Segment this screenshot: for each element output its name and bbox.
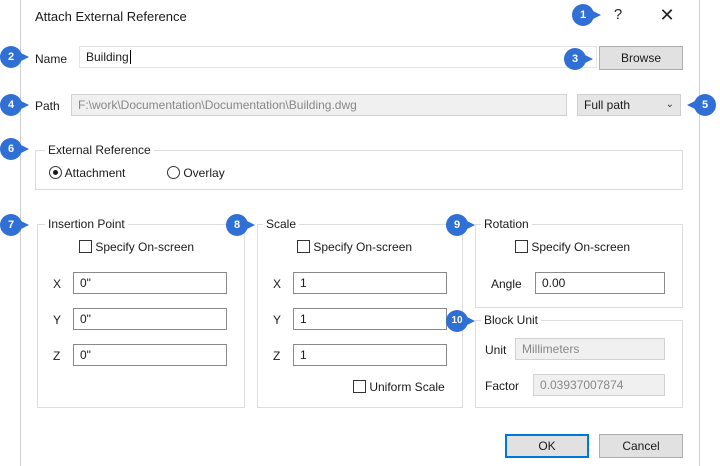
callout-1: 1 (572, 4, 601, 26)
scale-x-label: X (273, 277, 282, 291)
uniform-scale-label: Uniform Scale (369, 380, 445, 394)
scale-y-label: Y (273, 313, 282, 327)
ok-button[interactable]: OK (505, 434, 589, 458)
scale-specify-label: Specify On-screen (313, 240, 413, 254)
insertion-x-label: X (53, 277, 62, 291)
checkbox-icon (297, 240, 310, 253)
uniform-scale-checkbox[interactable]: Uniform Scale (353, 380, 445, 394)
callout-9: 9 (446, 214, 475, 236)
block-unit-title: Block Unit (481, 313, 542, 327)
insertion-specify-checkbox[interactable]: Specify On-screen (79, 240, 194, 254)
rotation-group (475, 224, 683, 308)
path-type-select[interactable]: Full path ⌄ (577, 94, 681, 116)
name-value: Building (86, 50, 129, 64)
insertion-y-input[interactable]: 0" (73, 308, 227, 330)
callout-6: 6 (0, 138, 29, 160)
scale-z-input[interactable]: 1 (293, 344, 447, 366)
checkbox-icon (79, 240, 92, 253)
callout-7: 7 (0, 214, 29, 236)
path-field: F:\work\Documentation\Documentation\Buil… (71, 94, 567, 116)
external-reference-title: External Reference (45, 143, 154, 157)
radio-selected-icon (49, 166, 62, 179)
name-label: Name (35, 52, 68, 66)
browse-button[interactable]: Browse (599, 46, 683, 70)
scale-title: Scale (263, 217, 300, 231)
attachment-radio[interactable]: Attachment (49, 166, 125, 180)
angle-label: Angle (491, 277, 522, 291)
insertion-specify-label: Specify On-screen (95, 240, 195, 254)
callout-10: 10 (446, 310, 475, 332)
insertion-point-title: Insertion Point (45, 217, 128, 231)
path-type-value: Full path (584, 98, 631, 112)
scale-y-input[interactable]: 1 (293, 308, 447, 330)
name-input[interactable]: Building (79, 46, 597, 68)
chevron-down-icon: ⌄ (665, 99, 674, 110)
rotation-specify-checkbox[interactable]: Specify On-screen (515, 240, 630, 254)
callout-4: 4 (0, 94, 29, 116)
angle-input[interactable]: 0.00 (535, 272, 665, 294)
overlay-label: Overlay (183, 166, 225, 180)
attachment-label: Attachment (64, 166, 126, 180)
callout-5: 5 (687, 94, 716, 116)
callout-2: 2 (0, 46, 29, 68)
help-icon[interactable]: ? (607, 4, 629, 26)
overlay-radio[interactable]: Overlay (167, 166, 225, 180)
attach-xref-dialog: Attach External Reference ? ✕ Name Build… (20, 0, 700, 466)
insertion-y-label: Y (53, 313, 62, 327)
checkbox-icon (353, 380, 366, 393)
unit-label: Unit (485, 343, 507, 357)
callout-8: 8 (226, 214, 255, 236)
dialog-title: Attach External Reference (35, 9, 187, 24)
insertion-z-input[interactable]: 0" (73, 344, 227, 366)
unit-field: Millimeters (515, 338, 665, 360)
callout-3: 3 (564, 48, 593, 70)
rotation-specify-label: Specify On-screen (531, 240, 631, 254)
radio-unselected-icon (167, 166, 180, 179)
scale-x-input[interactable]: 1 (293, 272, 447, 294)
insertion-z-label: Z (53, 349, 61, 363)
close-icon[interactable]: ✕ (655, 4, 679, 26)
insertion-x-input[interactable]: 0" (73, 272, 227, 294)
scale-z-label: Z (273, 349, 281, 363)
factor-label: Factor (485, 379, 520, 393)
path-label: Path (35, 99, 60, 113)
rotation-title: Rotation (481, 217, 532, 231)
scale-specify-checkbox[interactable]: Specify On-screen (297, 240, 412, 254)
factor-field: 0.03937007874 (533, 374, 665, 396)
checkbox-icon (515, 240, 528, 253)
cancel-button[interactable]: Cancel (599, 434, 683, 458)
